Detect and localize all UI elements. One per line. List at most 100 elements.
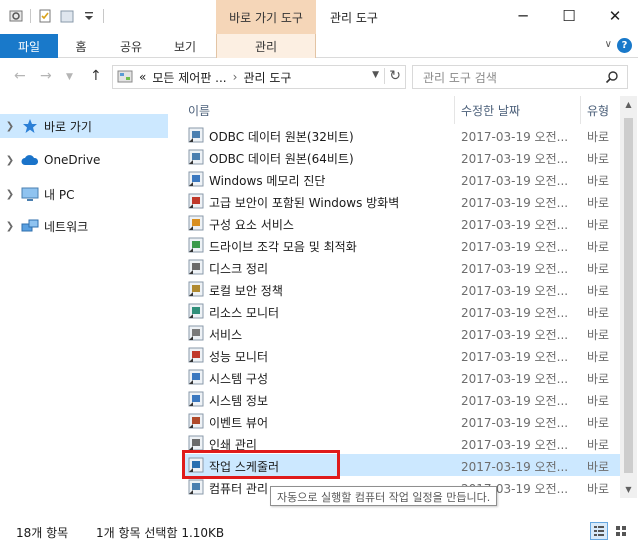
customize-dropdown-icon[interactable]	[81, 8, 97, 24]
refresh-icon[interactable]: ↻	[384, 68, 401, 84]
qat-divider	[103, 9, 104, 23]
file-row[interactable]: 구성 요소 서비스 2017-03-19 오전... 바로	[182, 212, 620, 234]
shortcut-file-icon	[188, 259, 204, 275]
file-date: 2017-03-19 오전...	[461, 372, 569, 386]
file-row[interactable]: Windows 메모리 진단 2017-03-19 오전... 바로	[182, 168, 620, 190]
scroll-thumb[interactable]	[624, 118, 633, 473]
breadcrumb-overflow[interactable]: «	[139, 70, 146, 84]
nav-item-label: 내 PC	[44, 187, 75, 202]
expand-ribbon-icon[interactable]: ∨	[605, 39, 612, 50]
forward-arrow-icon[interactable]: →	[40, 68, 52, 84]
tooltip: 자동으로 실행할 컴퓨터 작업 일정을 만듭니다.	[270, 486, 498, 506]
shortcut-file-icon	[188, 171, 204, 187]
file-type: 바로	[587, 240, 610, 254]
nav-item-network[interactable]: ❯ 네트워크	[0, 214, 168, 238]
recent-locations-chevron-icon[interactable]: ▼	[66, 72, 73, 82]
expand-arrow-icon[interactable]: ❯	[0, 221, 20, 232]
file-row[interactable]: 드라이브 조각 모음 및 최적화 2017-03-19 오전... 바로	[182, 234, 620, 256]
details-view-icon[interactable]	[590, 522, 608, 540]
column-header-date[interactable]: 수정한 날짜	[461, 96, 520, 124]
properties-icon[interactable]	[37, 8, 53, 24]
scroll-down-icon[interactable]: ▼	[620, 481, 637, 498]
file-type: 바로	[587, 262, 610, 276]
up-arrow-icon[interactable]: ↑	[90, 68, 102, 84]
address-dropdown-icon[interactable]: ▼	[372, 70, 379, 80]
tab-file[interactable]: 파일	[0, 34, 58, 58]
file-name: 시스템 정보	[209, 394, 269, 408]
navigation-pane: ❯ 바로 가기 ❯ OneDrive ❯ 내 PC ❯ 네트워크	[0, 96, 174, 516]
nav-item-label: 네트워크	[44, 219, 89, 234]
large-icons-view-icon[interactable]	[612, 522, 630, 540]
column-header-type[interactable]: 유형	[587, 96, 609, 124]
breadcrumb-admin-tools[interactable]: 관리 도구	[243, 69, 291, 86]
search-box[interactable]: 관리 도구 검색	[412, 65, 628, 89]
expand-arrow-icon[interactable]: ❯	[0, 155, 20, 166]
file-date: 2017-03-19 오전...	[461, 130, 569, 144]
item-count: 18개 항목	[16, 526, 69, 540]
maximize-button[interactable]: ☐	[546, 0, 592, 32]
file-row[interactable]: 리소스 모니터 2017-03-19 오전... 바로	[182, 300, 620, 322]
nav-item-onedrive[interactable]: ❯ OneDrive	[0, 148, 168, 172]
column-divider[interactable]	[454, 96, 455, 124]
file-type: 바로	[587, 196, 610, 210]
nav-item-label: OneDrive	[44, 153, 101, 167]
file-name: 로컬 보안 정책	[209, 284, 283, 298]
address-bar[interactable]: « 모든 제어판 ... › 관리 도구 ▼ ↻	[112, 65, 406, 89]
tab-share[interactable]: 공유	[112, 34, 150, 58]
file-date: 2017-03-19 오전...	[461, 284, 569, 298]
shortcut-file-icon	[188, 193, 204, 209]
tab-home[interactable]: 홈	[66, 34, 96, 58]
file-row[interactable]: ODBC 데이터 원본(32비트) 2017-03-19 오전... 바로	[182, 124, 620, 146]
back-arrow-icon[interactable]: ←	[14, 68, 26, 84]
file-date: 2017-03-19 오전...	[461, 438, 569, 452]
shortcut-file-icon	[188, 149, 204, 165]
expand-arrow-icon[interactable]: ❯	[0, 189, 20, 200]
file-row[interactable]: 시스템 정보 2017-03-19 오전... 바로	[182, 388, 620, 410]
shortcut-file-icon	[188, 237, 204, 253]
file-name: Windows 메모리 진단	[209, 174, 326, 188]
tab-view[interactable]: 보기	[166, 34, 204, 58]
help-icon[interactable]: ?	[617, 38, 632, 53]
nav-item-label: 바로 가기	[44, 119, 92, 134]
vertical-scrollbar[interactable]: ▲ ▼	[620, 96, 637, 498]
file-date: 2017-03-19 오전...	[461, 328, 569, 342]
column-divider[interactable]	[580, 96, 581, 124]
column-header-name[interactable]: 이름	[188, 96, 210, 124]
status-bar: 18개 항목 1개 항목 선택함 1.10KB	[0, 516, 638, 546]
file-row[interactable]: 로컬 보안 정책 2017-03-19 오전... 바로	[182, 278, 620, 300]
new-folder-icon[interactable]	[59, 8, 75, 24]
file-type: 바로	[587, 350, 610, 364]
shortcut-file-icon	[188, 369, 204, 385]
tab-manage[interactable]: 관리	[216, 34, 316, 58]
file-type: 바로	[587, 174, 610, 188]
close-button[interactable]: ✕	[592, 0, 638, 32]
file-row[interactable]: 이벤트 뷰어 2017-03-19 오전... 바로	[182, 410, 620, 432]
file-date: 2017-03-19 오전...	[461, 152, 569, 166]
file-row[interactable]: 디스크 정리 2017-03-19 오전... 바로	[182, 256, 620, 278]
file-row[interactable]: 성능 모니터 2017-03-19 오전... 바로	[182, 344, 620, 366]
nav-item-quick-access[interactable]: ❯ 바로 가기	[0, 114, 168, 138]
file-row[interactable]: 고급 보안이 포함된 Windows 방화벽 2017-03-19 오전... 바로	[182, 190, 620, 212]
breadcrumb-separator[interactable]: ›	[233, 70, 238, 84]
file-row[interactable]: ODBC 데이터 원본(64비트) 2017-03-19 오전... 바로	[182, 146, 620, 168]
file-row[interactable]: 시스템 구성 2017-03-19 오전... 바로	[182, 366, 620, 388]
shortcut-tools-context-tab[interactable]: 바로 가기 도구	[216, 0, 316, 34]
breadcrumb-all-control-panel[interactable]: 모든 제어판 ...	[152, 69, 226, 86]
file-date: 2017-03-19 오전...	[461, 262, 569, 276]
shortcut-file-icon	[188, 303, 204, 319]
shortcut-file-icon	[188, 347, 204, 363]
admin-tools-icon[interactable]	[8, 8, 24, 24]
file-name: 고급 보안이 포함된 Windows 방화벽	[209, 196, 400, 210]
expand-arrow-icon[interactable]: ❯	[0, 121, 20, 132]
search-placeholder: 관리 도구 검색	[423, 70, 497, 85]
address-row: ← → ▼ ↑ « 모든 제어판 ... › 관리 도구 ▼ ↻ 관리 도구 검…	[0, 58, 638, 96]
file-type: 바로	[587, 328, 610, 342]
cloud-icon	[20, 152, 40, 168]
minimize-button[interactable]: ─	[500, 0, 546, 32]
file-row[interactable]: 서비스 2017-03-19 오전... 바로	[182, 322, 620, 344]
file-type: 바로	[587, 438, 610, 452]
file-name: 시스템 구성	[209, 372, 269, 386]
nav-item-this-pc[interactable]: ❯ 내 PC	[0, 182, 168, 206]
shortcut-file-icon	[188, 325, 204, 341]
scroll-up-icon[interactable]: ▲	[620, 96, 637, 113]
